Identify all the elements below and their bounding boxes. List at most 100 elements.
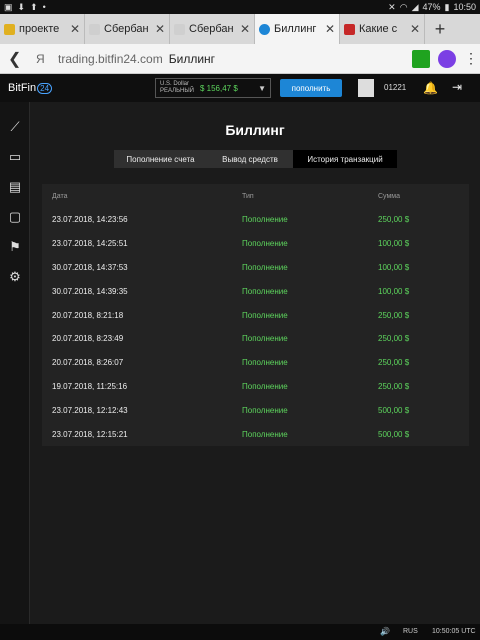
battery-icon: ▮ <box>444 1 450 12</box>
close-tab-icon[interactable]: ✕ <box>325 22 335 36</box>
row-date: 19.07.2018, 11:25:16 <box>52 381 128 391</box>
table-row: 20.07.2018, 8:23:49 Пополнение 250,00 $ <box>42 327 469 351</box>
row-type: Пополнение <box>242 334 288 344</box>
tab-withdraw[interactable]: Вывод средств <box>207 150 293 168</box>
status-icons-right: ✕ ◠ ◢ 47% ▮ 10:50 <box>388 2 476 13</box>
row-type: Пополнение <box>242 405 288 415</box>
table-row: 20.07.2018, 8:26:07 Пополнение 250,00 $ <box>42 351 469 375</box>
status-icons-left: ▣ ⬇ ⬆ • <box>4 2 46 13</box>
column-type: Тип <box>242 192 254 200</box>
browser-tab[interactable]: проекте ✕ <box>0 14 85 44</box>
row-type: Пополнение <box>242 262 288 272</box>
row-amount: 100,00 $ <box>378 262 410 272</box>
chat-icon: ▢ <box>8 209 22 224</box>
table-row: 19.07.2018, 11:25:16 Пополнение 250,00 $ <box>42 375 469 399</box>
more-dots-icon: • <box>42 1 46 12</box>
column-date: Дата <box>52 192 68 200</box>
transactions-table: Дата Тип Сумма 23.07.2018, 14:23:56 Попол… <box>42 184 469 446</box>
close-tab-icon[interactable]: ✕ <box>240 22 250 36</box>
close-tab-icon[interactable]: ✕ <box>70 22 80 36</box>
address-bar: ❮ Я trading.bitfin24.com Биллинг ⋮ <box>0 44 480 74</box>
browser-tab-active[interactable]: Биллинг ✕ <box>255 14 340 44</box>
flag-icon: ⚑ <box>9 239 21 254</box>
row-type: Пополнение <box>242 286 288 296</box>
row-amount: 250,00 $ <box>378 381 410 391</box>
close-tab-icon[interactable]: ✕ <box>155 22 165 36</box>
bitfin-logo[interactable]: BitFin 24 <box>8 82 53 94</box>
tab-title: Какие с <box>359 23 398 35</box>
url-host: trading.bitfin24.com <box>58 51 163 66</box>
table-row: 23.07.2018, 12:12:43 Пополнение 500,00 $ <box>42 398 469 422</box>
browser-tab[interactable]: Сбербан ✕ <box>170 14 255 44</box>
volume-icon[interactable]: 🔊 <box>380 627 390 636</box>
url-field[interactable]: trading.bitfin24.com Биллинг <box>58 48 404 70</box>
secure-lock-icon[interactable] <box>412 49 430 68</box>
battery-percent: 47% <box>422 2 441 12</box>
browser-menu-icon[interactable]: ⋮ <box>464 50 478 67</box>
row-date: 23.07.2018, 14:23:56 <box>52 215 128 225</box>
status-footer: 🔊 RUS 10:50:05 UTC <box>0 624 480 640</box>
row-type: Пополнение <box>242 215 288 225</box>
row-type: Пополнение <box>242 429 288 439</box>
tab-favicon-icon <box>174 23 185 35</box>
row-date: 23.07.2018, 12:15:21 <box>52 429 128 439</box>
row-type: Пополнение <box>242 239 288 249</box>
clock: 10:50 <box>453 2 476 12</box>
row-type: Пополнение <box>242 381 288 391</box>
mute-icon: ✕ <box>388 1 396 12</box>
microphone-icon[interactable] <box>438 49 456 68</box>
sidebar-item-flag[interactable]: ⚑ <box>0 232 30 262</box>
bell-icon[interactable]: 🔔 <box>423 81 438 95</box>
close-tab-icon[interactable]: ✕ <box>410 22 420 36</box>
document-icon: ▤ <box>8 179 22 194</box>
table-row: 23.07.2018, 12:15:21 Пополнение 500,00 $ <box>42 422 469 446</box>
row-date: 23.07.2018, 12:12:43 <box>52 405 128 415</box>
row-type: Пополнение <box>242 310 288 320</box>
browser-tab[interactable]: Сбербан ✕ <box>85 14 170 44</box>
tab-title: проекте <box>19 23 60 35</box>
sidebar-item-chart[interactable]: ⟋ <box>0 112 30 142</box>
account-balance: $ 156,47 $ <box>199 83 238 93</box>
android-status-bar: ▣ ⬇ ⬆ • ✕ ◠ ◢ 47% ▮ 10:50 <box>0 0 480 14</box>
tab-favicon-icon <box>259 23 270 35</box>
tab-deposit[interactable]: Пополнение счета <box>114 150 207 168</box>
sidebar: ⟋ ▭ ▤ ▢ ⚑ ⚙ <box>0 102 30 624</box>
avatar[interactable] <box>358 79 374 97</box>
tab-favicon-icon <box>344 23 355 35</box>
sidebar-item-billing[interactable]: ▭ <box>0 142 30 172</box>
table-row: 30.07.2018, 14:39:35 Пополнение 100,00 $ <box>42 279 469 303</box>
row-amount: 250,00 $ <box>378 358 410 368</box>
logout-icon[interactable]: ⇥ <box>452 80 462 94</box>
tab-title: Сбербан <box>104 23 149 35</box>
new-tab-plus-icon[interactable]: + <box>425 14 455 44</box>
sidebar-item-settings[interactable]: ⚙ <box>0 262 30 292</box>
search-engine-icon: Я <box>36 51 45 66</box>
logo-badge: 24 <box>37 83 53 94</box>
signal-icon: ◢ <box>411 1 419 12</box>
back-arrow-icon[interactable]: ❮ <box>8 49 28 69</box>
sidebar-item-chat[interactable]: ▢ <box>0 202 30 232</box>
account-labels: U.S. Dollar РЕАЛЬНЫЙ <box>160 81 194 95</box>
table-row: 23.07.2018, 14:25:51 Пополнение 100,00 $ <box>42 232 469 256</box>
sidebar-item-documents[interactable]: ▤ <box>0 172 30 202</box>
row-amount: 100,00 $ <box>378 239 410 249</box>
row-date: 20.07.2018, 8:21:18 <box>52 310 124 320</box>
account-type: РЕАЛЬНЫЙ <box>160 88 194 94</box>
account-selector[interactable]: U.S. Dollar РЕАЛЬНЫЙ $ 156,47 $ ▼ <box>155 78 271 98</box>
chart-icon: ⟋ <box>10 119 20 134</box>
tab-history[interactable]: История транзакций <box>293 150 397 168</box>
table-row: 20.07.2018, 8:21:18 Пополнение 250,00 $ <box>42 303 469 327</box>
browser-tab[interactable]: Какие с ✕ <box>340 14 425 44</box>
row-type: Пополнение <box>242 358 288 368</box>
utc-clock: 10:50:05 UTC <box>432 628 476 635</box>
row-amount: 500,00 $ <box>378 405 410 415</box>
row-date: 30.07.2018, 14:37:53 <box>52 262 128 272</box>
wifi-icon: ◠ <box>399 1 408 12</box>
deposit-button[interactable]: пополнить <box>280 79 342 97</box>
url-page-title: Биллинг <box>168 51 216 66</box>
tab-favicon-icon <box>89 23 100 35</box>
table-row: 30.07.2018, 14:37:53 Пополнение 100,00 $ <box>42 256 469 280</box>
language-indicator[interactable]: RUS <box>403 628 418 635</box>
row-amount: 500,00 $ <box>378 429 410 439</box>
row-date: 20.07.2018, 8:26:07 <box>52 358 124 368</box>
